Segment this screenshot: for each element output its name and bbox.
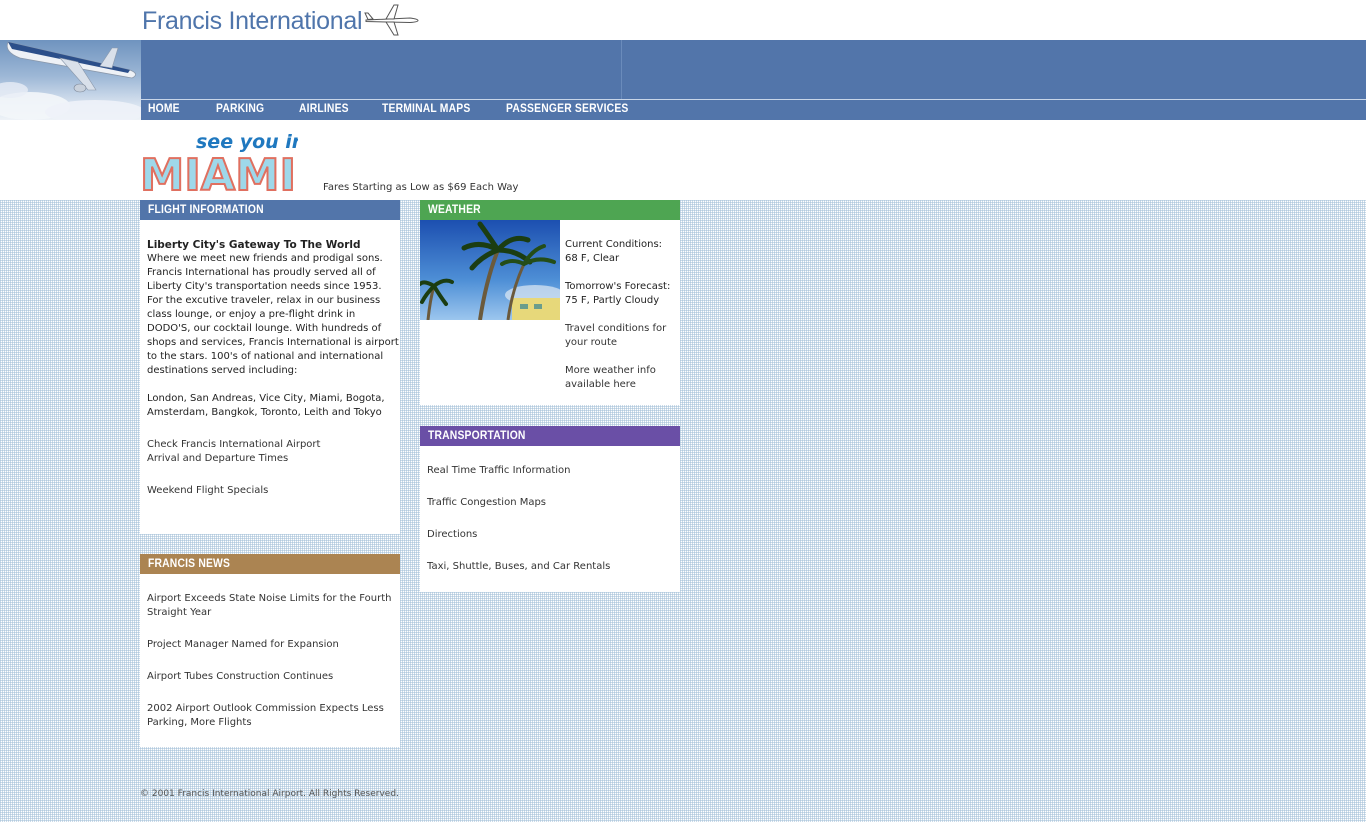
news-link[interactable]: Project Manager Named for Expansion xyxy=(147,639,339,650)
nav-airlines[interactable]: AIRLINES xyxy=(299,103,349,115)
francis-news-header: FRANCIS NEWS xyxy=(140,554,400,574)
flight-info-heading: Liberty City's Gateway To The World xyxy=(147,239,361,251)
transport-link[interactable]: Traffic Congestion Maps xyxy=(427,497,546,508)
news-link[interactable]: Airport Exceeds State Noise Limits for t… xyxy=(147,593,392,618)
transport-link[interactable]: Taxi, Shuttle, Buses, and Car Rentals xyxy=(427,561,610,572)
nav-home[interactable]: HOME xyxy=(148,103,180,115)
transport-link[interactable]: Directions xyxy=(427,529,477,540)
nav-parking[interactable]: PARKING xyxy=(216,103,264,115)
news-link[interactable]: Airport Tubes Construction Continues xyxy=(147,671,333,682)
francis-news-panel: FRANCIS NEWS Airport Exceeds State Noise… xyxy=(140,554,400,747)
main-nav: HOME PARKING AIRLINES TERMINAL MAPS PASS… xyxy=(141,100,1366,120)
nav-terminal-maps[interactable]: TERMINAL MAPS xyxy=(382,103,470,115)
arrival-departure-link[interactable]: Check Francis International Airport Arri… xyxy=(147,438,393,466)
logo-text: Francis International xyxy=(142,6,363,35)
weather-header: WEATHER xyxy=(420,200,680,220)
airplane-icon xyxy=(364,4,419,36)
current-conditions-label: Current Conditions: xyxy=(565,239,663,250)
weather-panel: WEATHER Current Conditions: 68 F, Clear … xyxy=(420,200,680,405)
flight-info-body: Where we meet new friends and prodigal s… xyxy=(147,253,399,376)
forecast-value: 75 F, Partly Cloudy xyxy=(565,295,660,306)
travel-conditions-link[interactable]: Travel conditions for your route xyxy=(565,323,666,348)
destinations-text: London, San Andreas, Vice City, Miami, B… xyxy=(147,393,385,418)
flight-information-header: FLIGHT INFORMATION xyxy=(140,200,400,220)
copyright-footer: © 2001 Francis International Airport. Al… xyxy=(140,789,399,799)
flight-information-panel: FLIGHT INFORMATION Liberty City's Gatewa… xyxy=(140,200,400,534)
miami-promo-banner[interactable]: see you in MIAMI xyxy=(139,128,305,202)
transportation-header: TRANSPORTATION xyxy=(420,426,680,446)
forecast-label: Tomorrow's Forecast: xyxy=(565,281,671,292)
fares-text: Fares Starting as Low as $69 Each Way xyxy=(323,182,519,193)
transportation-panel: TRANSPORTATION Real Time Traffic Informa… xyxy=(420,426,680,592)
news-link[interactable]: 2002 Airport Outlook Commission Expects … xyxy=(147,703,384,728)
current-conditions-value: 68 F, Clear xyxy=(565,253,620,264)
banner-airplane-photo xyxy=(0,40,141,120)
transport-link[interactable]: Real Time Traffic Information xyxy=(427,465,571,476)
promo-miami-text: MIAMI xyxy=(140,150,296,192)
weekend-specials-link[interactable]: Weekend Flight Specials xyxy=(147,485,268,496)
palm-trees-photo xyxy=(420,220,560,320)
more-weather-link[interactable]: More weather info available here xyxy=(565,365,656,390)
banner-bar xyxy=(141,40,1366,100)
nav-passenger-services[interactable]: PASSENGER SERVICES xyxy=(506,103,628,115)
site-logo[interactable]: Francis International xyxy=(142,4,420,38)
